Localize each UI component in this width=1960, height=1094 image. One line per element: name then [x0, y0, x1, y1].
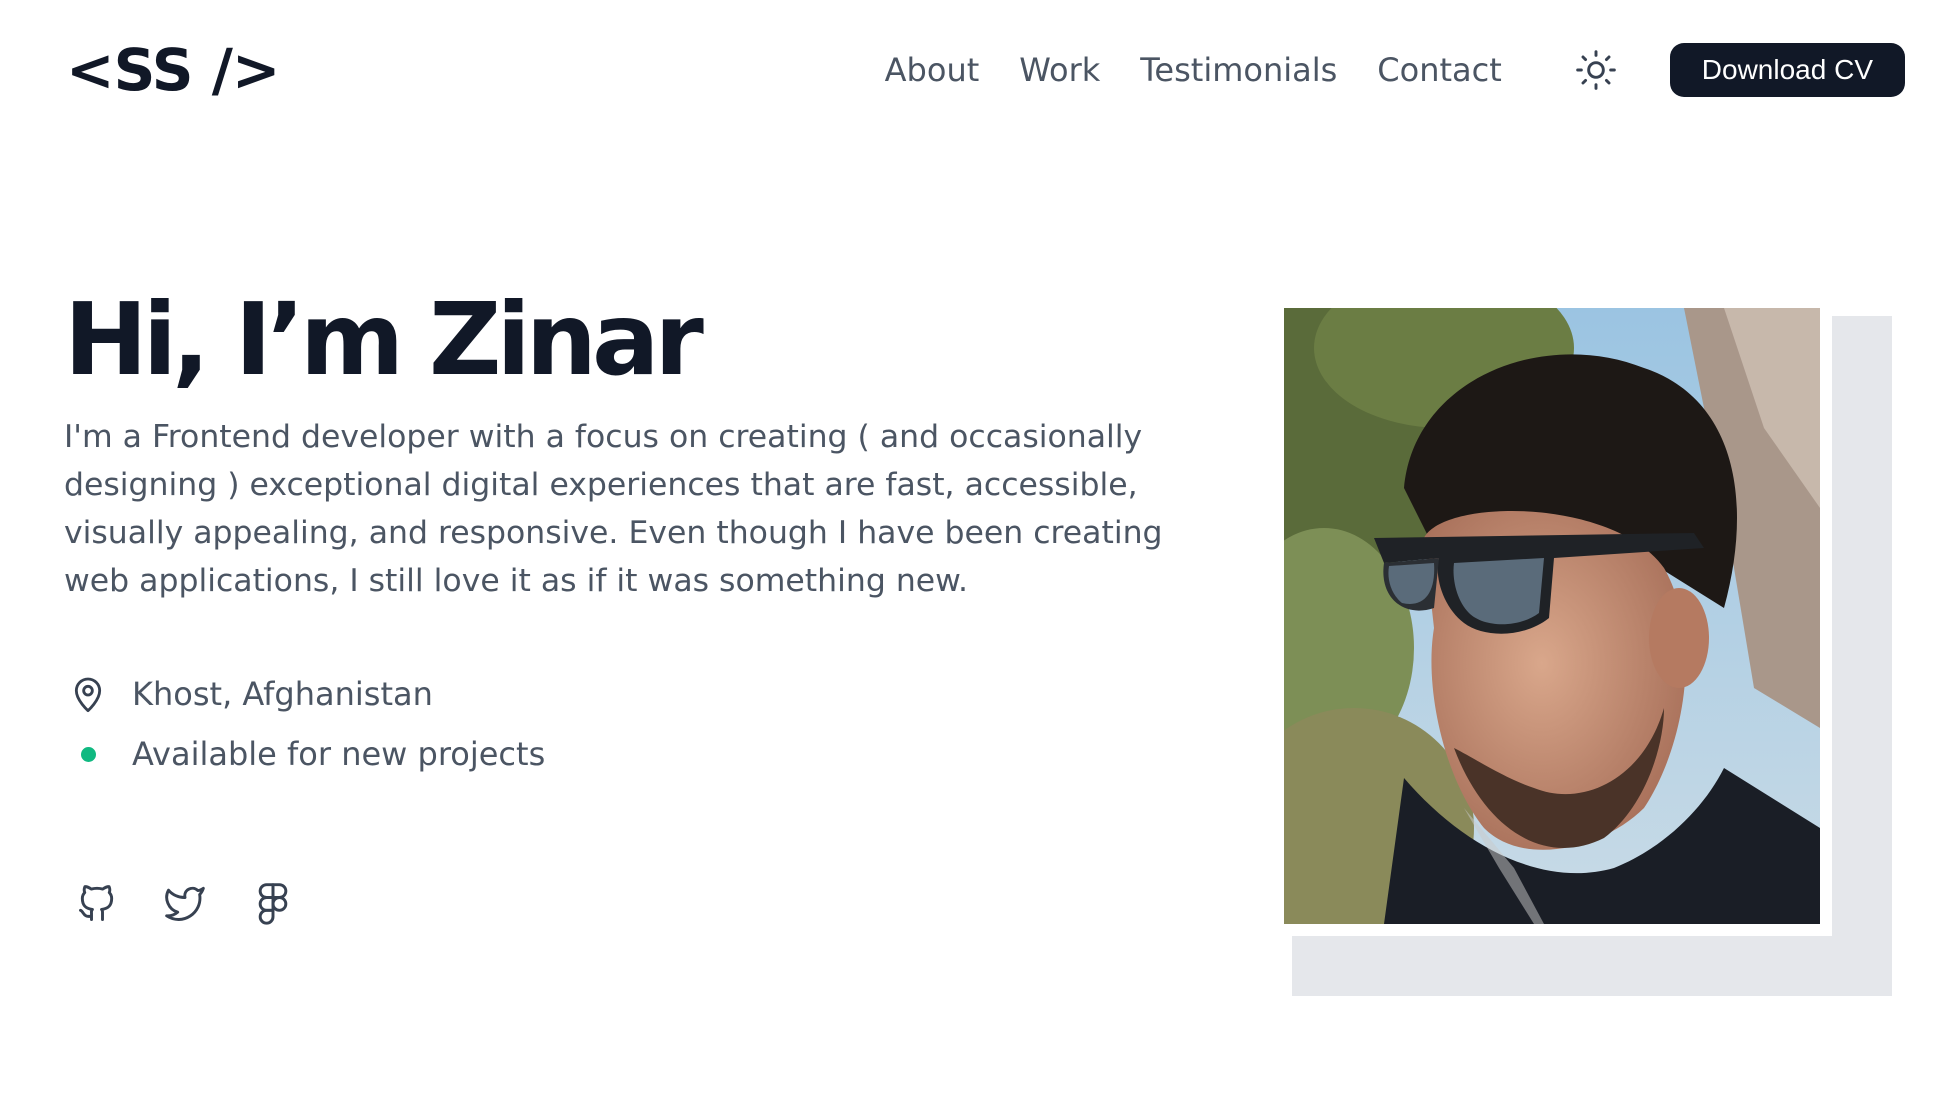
info-list: Khost, Afghanistan Available for new pro… — [66, 664, 545, 784]
status-row: Available for new projects — [66, 724, 545, 784]
location-text: Khost, Afghanistan — [132, 675, 433, 713]
sun-icon — [1575, 50, 1616, 90]
download-cv-button[interactable]: Download CV — [1669, 43, 1905, 97]
portfolio-page: <SS /> About Work Testimonials Contact D… — [0, 0, 1960, 1094]
site-logo[interactable]: <SS /> — [66, 41, 281, 99]
figma-icon[interactable] — [250, 880, 296, 926]
nav-link-contact[interactable]: Contact — [1377, 51, 1502, 89]
main-nav: About Work Testimonials Contact Download… — [885, 43, 1905, 97]
status-text: Available for new projects — [132, 735, 546, 773]
social-links — [74, 880, 296, 926]
hero-title: Hi, I’m Zinar — [64, 281, 704, 398]
nav-link-work[interactable]: Work — [1019, 51, 1100, 89]
site-header: <SS /> About Work Testimonials Contact D… — [0, 0, 1960, 140]
nav-link-testimonials[interactable]: Testimonials — [1140, 51, 1337, 89]
nav-link-about[interactable]: About — [885, 51, 980, 89]
profile-photo — [1284, 308, 1820, 924]
theme-toggle-button[interactable] — [1572, 46, 1620, 94]
nav-links: About Work Testimonials Contact — [885, 51, 1502, 89]
status-indicator — [66, 732, 110, 776]
status-dot — [80, 746, 96, 762]
location-pin-icon — [66, 672, 110, 716]
github-icon[interactable] — [74, 880, 120, 926]
location-row: Khost, Afghanistan — [66, 664, 545, 724]
hero-description: I'm a Frontend developer with a focus on… — [64, 419, 1163, 599]
twitter-icon[interactable] — [162, 880, 208, 926]
